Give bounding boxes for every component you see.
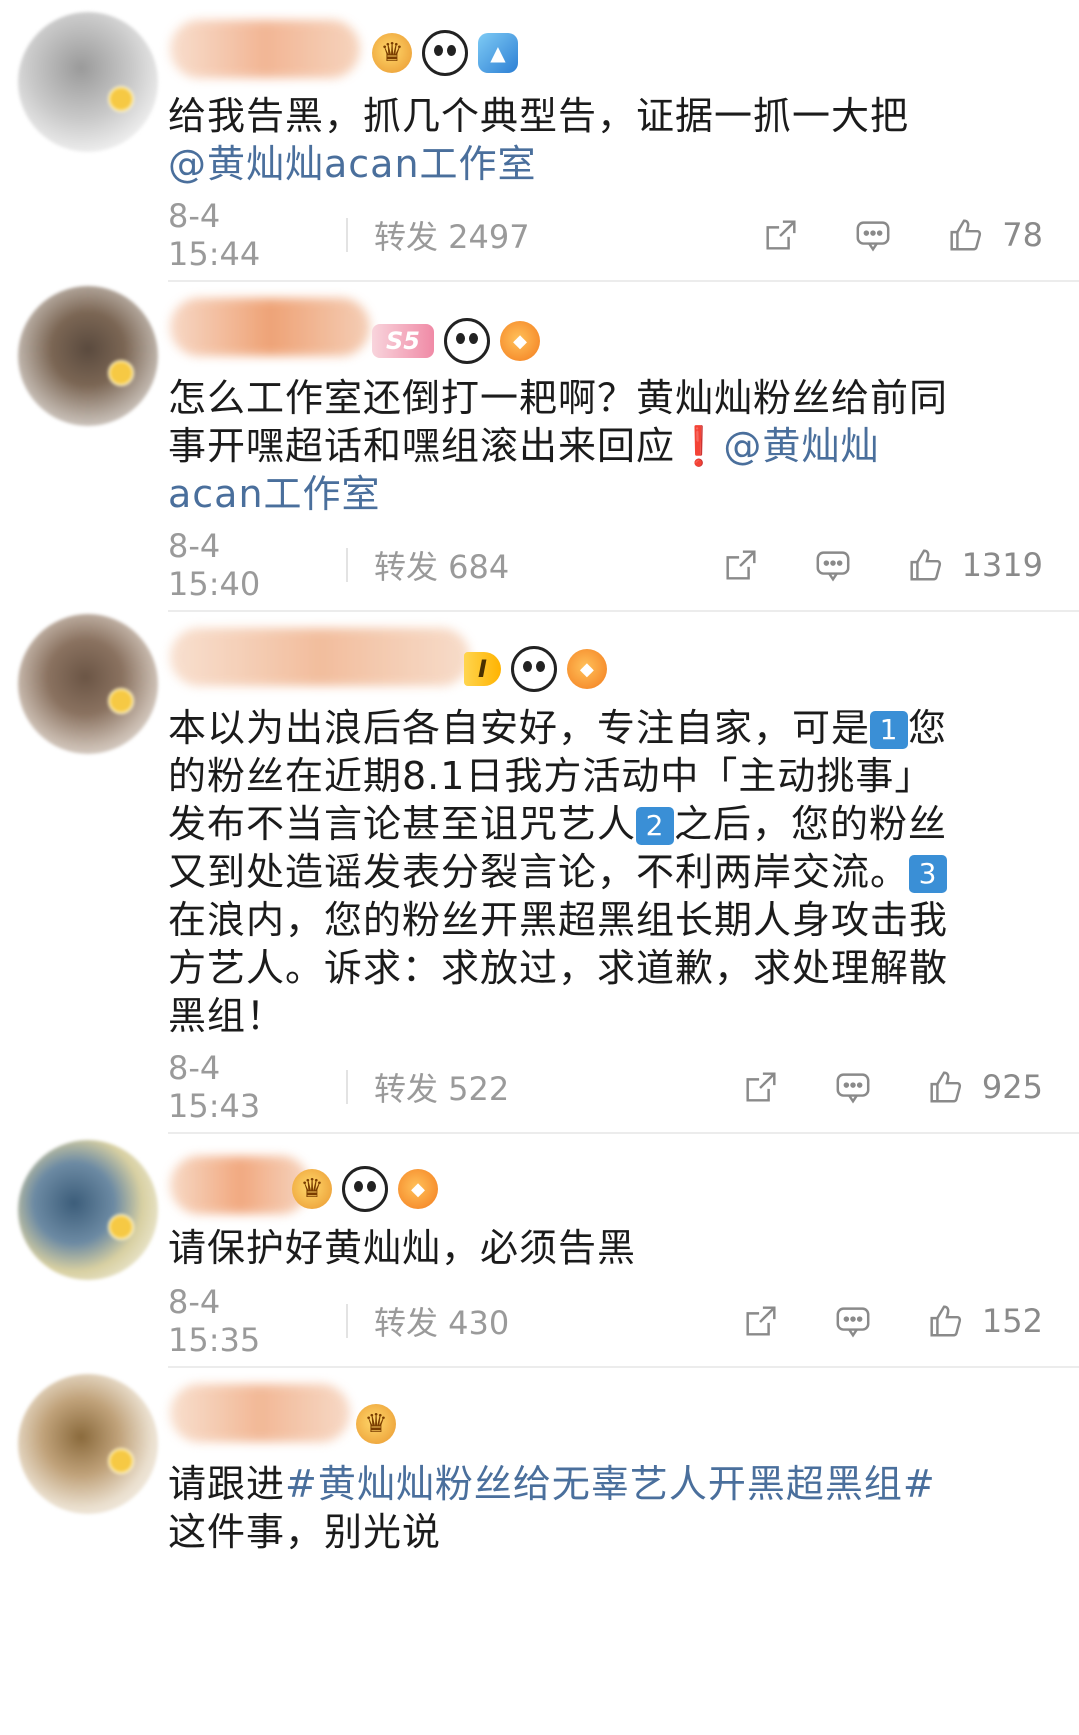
divider <box>168 610 1079 612</box>
avatar[interactable] <box>18 614 158 754</box>
comment-text: 怎么工作室还倒打一耙啊？黄灿灿粉丝给前同事开嘿超话和嘿组滚出来回应❗@黄灿灿ac… <box>168 374 958 518</box>
topic-link[interactable]: #黄灿灿粉丝给无辜艺人开黑超黑组# <box>285 1462 936 1506</box>
repost-count: 转发 430 <box>374 1304 510 1342</box>
like-count: 78 <box>1002 216 1043 254</box>
panda-icon <box>422 30 468 76</box>
verified-icon <box>108 688 134 714</box>
thumb-up-icon <box>950 219 982 251</box>
separator <box>346 218 348 252</box>
like-count: 1319 <box>961 546 1043 584</box>
keycap-3-emoji: 3 <box>909 855 948 893</box>
fish-icon: ◆ <box>398 1169 438 1209</box>
avatar[interactable] <box>18 1374 158 1514</box>
verified-icon <box>108 86 134 112</box>
comment-body: 这件事，别光说 <box>168 1510 442 1554</box>
username[interactable] <box>170 1384 350 1442</box>
like-button[interactable]: 1319 <box>906 546 1043 584</box>
panda-icon <box>510 646 557 692</box>
comment-body: 本以为出浪后各自安好，专注自家，可是 <box>168 706 871 750</box>
crown-icon: ♛ <box>372 33 412 73</box>
timestamp: 8-4 15:43 <box>168 1049 261 1125</box>
username[interactable] <box>170 1156 310 1214</box>
avatar[interactable] <box>18 286 158 426</box>
repost-count: 转发 522 <box>374 1070 510 1108</box>
verified-icon <box>108 1448 134 1474</box>
comment-meta: 8-4 15:35 转发 430 152 <box>168 1283 1043 1359</box>
username[interactable] <box>170 628 470 686</box>
comment-text: 给我告黑，抓几个典型告，证据一抓一大把 @黄灿灿acan工作室 <box>168 92 958 188</box>
fish-icon: ◆ <box>499 321 540 361</box>
share-icon <box>726 550 756 580</box>
comment-icon <box>856 221 890 252</box>
divider <box>168 280 1079 282</box>
verified-icon <box>108 360 134 386</box>
thumb-up-icon <box>930 1305 961 1337</box>
share-icon <box>746 1306 776 1336</box>
share-button[interactable] <box>742 1068 780 1106</box>
avatar[interactable] <box>18 12 158 152</box>
repost-count: 转发 2497 <box>374 218 530 256</box>
thumb-up-icon <box>910 549 941 581</box>
share-button[interactable] <box>762 216 800 254</box>
repost-count: 转发 684 <box>374 548 510 586</box>
share-icon <box>766 220 796 250</box>
divider <box>168 1132 1079 1134</box>
comment-meta: 8-4 15:44 转发 2497 78 <box>168 197 1043 273</box>
separator <box>346 1304 348 1338</box>
comment-button[interactable] <box>854 216 892 254</box>
like-count: 925 <box>981 1068 1043 1106</box>
comment-icon <box>836 1073 870 1104</box>
verified-icon <box>108 1214 134 1240</box>
exclamation-emoji: ❗ <box>675 424 724 468</box>
panda-icon <box>443 318 490 364</box>
like-button[interactable]: 925 <box>926 1068 1043 1106</box>
like-button[interactable]: 152 <box>926 1302 1043 1340</box>
fish-icon: ◆ <box>566 649 607 689</box>
comment-meta: 8-4 15:40 转发 684 1319 <box>168 527 1043 603</box>
mention-link[interactable]: @黄灿灿acan工作室 <box>168 142 537 186</box>
comment-button[interactable] <box>814 546 852 584</box>
panda-icon <box>342 1166 388 1212</box>
shark-icon: ▲ <box>478 33 518 73</box>
username[interactable] <box>170 20 360 78</box>
comment-body: 在浪内，您的粉丝开黑超黑组长期人身攻击我方艺人。诉求：求放过，求道歉，求处理解散… <box>168 898 949 1038</box>
keycap-1-emoji: 1 <box>870 711 909 749</box>
timestamp: 8-4 15:40 <box>168 527 261 603</box>
share-button[interactable] <box>742 1302 780 1340</box>
keycap-2-emoji: 2 <box>636 807 675 845</box>
like-button[interactable]: 78 <box>946 216 1043 254</box>
comment-button[interactable] <box>834 1302 872 1340</box>
comment-body: 请跟进 <box>168 1462 286 1506</box>
crown-icon: ♛ <box>356 1404 396 1444</box>
crown-icon: ♛ <box>292 1169 332 1209</box>
comment-body: 请保护好黄灿灿，必须告黑 <box>168 1226 637 1270</box>
divider <box>168 1366 1079 1368</box>
comment-body: 给我告黑，抓几个典型告，证据一抓一大把 <box>168 94 910 138</box>
comment-text: 请跟进#黄灿灿粉丝给无辜艺人开黑超黑组# 这件事，别光说 <box>168 1460 958 1556</box>
separator <box>346 1070 348 1104</box>
comment-button[interactable] <box>834 1068 872 1106</box>
share-button[interactable] <box>722 546 760 584</box>
rank-badge: I <box>464 652 501 686</box>
share-icon <box>746 1072 776 1102</box>
level-badge: S5 <box>372 324 434 358</box>
timestamp: 8-4 15:35 <box>168 1283 261 1359</box>
comment-text: 本以为出浪后各自安好，专注自家，可是 1 您的粉丝在近期8.1日我方活动中「主动挑事… <box>168 704 958 1040</box>
thumb-up-icon <box>930 1071 961 1103</box>
avatar[interactable] <box>18 1140 158 1280</box>
like-count: 152 <box>981 1302 1043 1340</box>
timestamp: 8-4 15:44 <box>168 197 261 273</box>
comment-meta: 8-4 15:43 转发 522 925 <box>168 1049 1043 1125</box>
username[interactable] <box>170 298 370 356</box>
comment-icon <box>816 551 849 582</box>
separator <box>346 548 348 582</box>
comment-icon <box>836 1307 870 1338</box>
comment-text: 请保护好黄灿灿，必须告黑 <box>168 1224 958 1272</box>
